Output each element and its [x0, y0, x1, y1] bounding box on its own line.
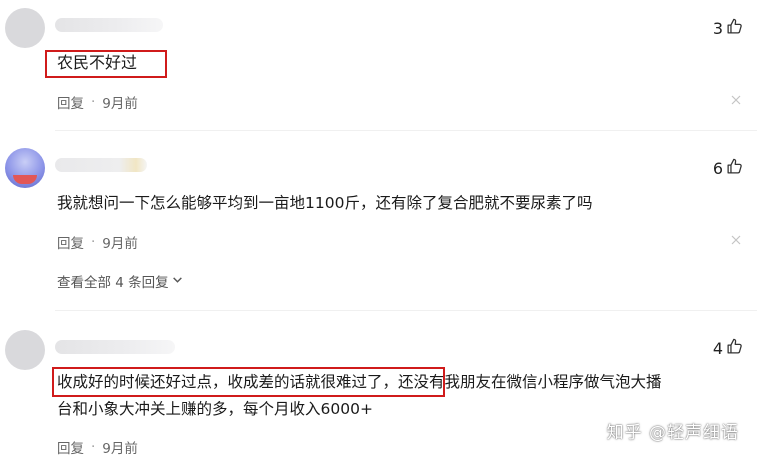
- close-icon[interactable]: [731, 235, 741, 245]
- avatar[interactable]: [5, 148, 45, 188]
- comment-meta: 回复 · 9月前: [57, 437, 138, 457]
- like-count: 6: [712, 159, 723, 178]
- highlight-box: [52, 367, 445, 397]
- avatar[interactable]: [5, 8, 45, 48]
- watermark: 知乎 @轻声细语: [606, 423, 739, 443]
- avatar[interactable]: [5, 330, 45, 370]
- comment-meta: 回复 · 9月前: [57, 92, 138, 112]
- like-count: 3: [712, 19, 723, 38]
- comment-text-line-2: 台和小象大冲关上赚的多，每个月收入6000+: [57, 400, 373, 418]
- comment-time: 9月前: [102, 441, 138, 457]
- username-blurred[interactable]: [55, 18, 163, 32]
- meta-separator: ·: [91, 94, 96, 110]
- comment-meta: 回复 · 9月前: [57, 232, 138, 252]
- thumbs-up-icon: [726, 18, 743, 39]
- divider: [55, 130, 757, 131]
- reply-button[interactable]: 回复: [57, 92, 84, 112]
- like-button[interactable]: 4: [713, 338, 743, 359]
- meta-separator: ·: [91, 234, 96, 250]
- meta-separator: ·: [91, 439, 96, 455]
- chevron-down-icon: [172, 273, 183, 289]
- like-count: 4: [712, 339, 723, 358]
- highlight-box: [45, 50, 167, 78]
- comment-text: 我就想问一下怎么能够平均到一亩地1100斤，还有除了复合肥就不要尿素了吗: [57, 194, 593, 212]
- reply-button[interactable]: 回复: [57, 232, 84, 252]
- thumbs-up-icon: [726, 338, 743, 359]
- close-icon[interactable]: [731, 95, 741, 105]
- comment-time: 9月前: [102, 236, 138, 252]
- view-all-replies-link[interactable]: 查看全部 4 条回复: [57, 271, 183, 291]
- reply-button[interactable]: 回复: [57, 437, 84, 457]
- like-button[interactable]: 6: [713, 158, 743, 179]
- divider: [55, 310, 757, 311]
- thumbs-up-icon: [726, 158, 743, 179]
- comment-time: 9月前: [102, 96, 138, 112]
- username-blurred[interactable]: [55, 158, 147, 172]
- view-all-replies-label: 查看全部 4 条回复: [57, 275, 169, 291]
- username-blurred[interactable]: [55, 340, 175, 354]
- like-button[interactable]: 3: [713, 18, 743, 39]
